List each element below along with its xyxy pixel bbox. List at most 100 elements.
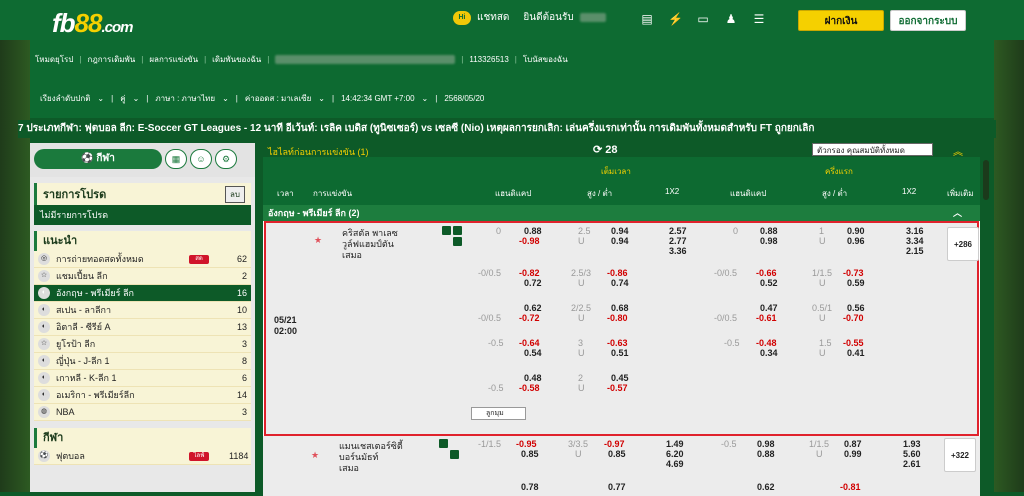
statement-icon[interactable]: ▤ [640,12,654,26]
collapse-icon[interactable]: ︽ [953,143,963,158]
league-item-nba[interactable]: ◍ NBA 3 [34,404,251,421]
soccer-icon: ⚽ [81,153,97,164]
collapse-icon[interactable]: ︿ [953,205,962,221]
live-stream-icon[interactable] [450,450,459,459]
league-item-champions[interactable]: ☆ แชมเปี้ยน ลีก 2 [34,268,251,285]
list-icon[interactable]: ☰ [752,12,766,26]
top-bar: fb88.com Hi แชทสด ยินดีต้อนรับ ▤ ⚡ ▭ ♟ ☰… [0,0,1024,40]
match-row: 05/21 02:00 ★ คริสตัล พาเลซ วูล์ฟแฮมป์ตั… [264,221,979,436]
promo-icon[interactable]: ▭ [696,12,710,26]
panel-header: ไฮไลท์ก่อนการแข่งขัน (1) ⟳ 28 ตัวกรอง คุ… [263,143,980,158]
flag-icon: ◐ [38,287,50,299]
col-halftime: ครึ่งแรก [825,167,853,176]
recommended-header: แนะนำ [34,231,251,251]
chat-link[interactable]: แชทสด [477,10,509,25]
league-item-usa[interactable]: ◐ อเมริกา - พรีเมียร์ลีก 14 [34,387,251,404]
logo[interactable]: fb88.com [52,8,133,39]
nav-rules[interactable]: กฎการเดิมพัน [87,53,135,66]
nav-european[interactable]: โหมดยุโรป [35,53,73,66]
person-icon[interactable]: ☺ [190,149,212,169]
nav-mybets[interactable]: เดิมพันของฉัน [212,53,261,66]
gear-icon[interactable]: ⚙ [215,149,237,169]
match-row: ★ แมนเชสเตอร์ซิตี้ บอร์นมัธท์ เสมอ -1/1.… [263,436,980,496]
filter-dropdown[interactable]: ตัวกรอง คุณสมบัติทั้งหมด [812,143,933,156]
league-item-jleague[interactable]: ◐ ญี่ปุ่น - J-ลีก 18 [34,353,251,370]
blurred-info [275,55,456,64]
league-item-kleague[interactable]: ◐ เกาหลี - K-ลีก 16 [34,370,251,387]
league-item-europa[interactable]: ☆ ยูโรป้า ลีก 3 [34,336,251,353]
username-blurred [579,13,606,22]
stats-icon[interactable] [442,226,451,235]
chat-icon[interactable]: Hi [453,10,471,25]
basketball-icon: ◍ [38,406,50,418]
sort-select[interactable]: เรียงลำดับปกติ [40,92,90,105]
delete-favorites-button[interactable]: ลบ [225,185,245,203]
league-item-epl[interactable]: ◐ อังกฤษ - พรีเมียร์ ลีก 16 [34,285,251,302]
col-ht-1x2: 1X2 [902,187,917,196]
welcome-text: ยินดีต้อนรับ [523,12,574,23]
pair-select[interactable]: คู่ [120,92,125,105]
sub-header: โหมดยุโรป | กฎการเดิมพัน | ผลการแข่งขัน | เ… [30,40,994,118]
league-header[interactable]: อังกฤษ - พรีเมียร์ ลีก (2) ︿ [263,205,980,221]
live-stream-icon[interactable] [453,237,462,246]
toolbar-icons: ▤ ⚡ ▭ ♟ ☰ [640,12,766,26]
stats-icon[interactable] [439,439,448,448]
col-ht-ou: สูง / ต่ำ [822,189,848,198]
show-more-button[interactable]: ลูกมุม [471,407,526,420]
account-number: 113326513 [469,55,509,64]
favorites-header: รายการโปรด ลบ [34,183,251,205]
draw-label: เสมอ [342,250,362,260]
flag-icon: ◐ [38,389,50,401]
nav-links: โหมดยุโรป | กฎการเดิมพัน | ผลการแข่งขัน | เ… [35,53,568,66]
nav-bonus[interactable]: โบนัสของฉัน [523,53,568,66]
calendar-icon[interactable]: ▦ [165,149,187,169]
date: 2568/05/20 [444,94,485,103]
lightning-icon[interactable]: ⚡ [668,12,683,26]
favorite-star-icon[interactable]: ★ [314,235,322,246]
refresh-icon: ⟳ [593,144,606,156]
sport-tab[interactable]: ⚽ กีฬา [34,149,162,169]
deposit-button[interactable]: ฝากเงิน [798,10,884,31]
language-select[interactable]: ภาษา : ภาษาไทย [155,92,215,105]
sport-item-football[interactable]: ⚽ ฟุตบอล ไลฟ์ 1184 [34,448,251,465]
logout-button[interactable]: ออกจากระบบ [890,10,966,31]
user-area: Hi แชทสด ยินดีต้อนรับ [453,10,606,25]
match-date: 05/21 [274,315,297,325]
league-item-live[interactable]: ◎ การถ่ายทอดสดทั้งหมด สด 62 [34,251,251,268]
flag-icon: ◐ [38,321,50,333]
col-ft-1x2: 1X2 [665,187,680,196]
sports-header: กีฬา [34,428,251,448]
live-icon: ◎ [38,253,50,265]
clock: 14:42:34 GMT +7:00 [341,94,415,103]
sidebar: ⚽ กีฬา ▦ ☺ ⚙ รายการโปรด ลบ ไม่มีรายการโปร… [30,143,255,492]
settings-row: เรียงลำดับปกติ ⌄ | คู่ ⌄ | ภาษา : ภาษาไทย ⌄ | … [40,92,485,105]
trophy-icon: ☆ [38,270,50,282]
trophy-icon: ☆ [38,338,50,350]
user-icon[interactable]: ♟ [724,12,738,26]
odds-select[interactable]: ค่าออดส : มาเลเซีย [245,92,311,105]
more-bets-button[interactable]: +286 [947,227,979,261]
soccer-icon: ⚽ [38,450,50,462]
col-ht-hdp: แฮนดิแคป [730,189,767,198]
col-ft-ou: สูง / ต่ำ [587,189,613,198]
refresh-count[interactable]: ⟳ 28 [593,143,618,156]
col-ft-hdp: แฮนดิแคป [495,189,532,198]
league-item-laliga[interactable]: ◐ สเปน - ลาลีกา 10 [34,302,251,319]
match-time: 02:00 [274,326,298,336]
background-left [0,0,30,492]
col-event: การแข่งขัน [313,189,353,198]
background-right [994,0,1024,492]
nav-results[interactable]: ผลการแข่งขัน [149,53,198,66]
announcement-ticker: 7 ประเภทกีฬา: ฟุตบอล ลีก: E-Soccer GT Le… [18,120,996,138]
favorite-star-icon[interactable]: ★ [311,450,319,461]
league-item-seriea[interactable]: ◐ อิตาลี - ซีรีย์ A 13 [34,319,251,336]
odds-panel: ไฮไลท์ก่อนการแข่งขัน (1) ⟳ 28 ตัวกรอง คุ… [263,143,980,496]
draw-label: เสมอ [339,463,359,473]
col-time: เวลา [277,189,294,198]
sidebar-toolbar: ⚽ กีฬา ▦ ☺ ⚙ [30,143,255,177]
flag-icon: ◐ [38,372,50,384]
tv-icon[interactable] [453,226,462,235]
more-bets-button[interactable]: +322 [944,438,976,472]
scrollbar[interactable] [983,160,989,200]
flag-icon: ◐ [38,304,50,316]
